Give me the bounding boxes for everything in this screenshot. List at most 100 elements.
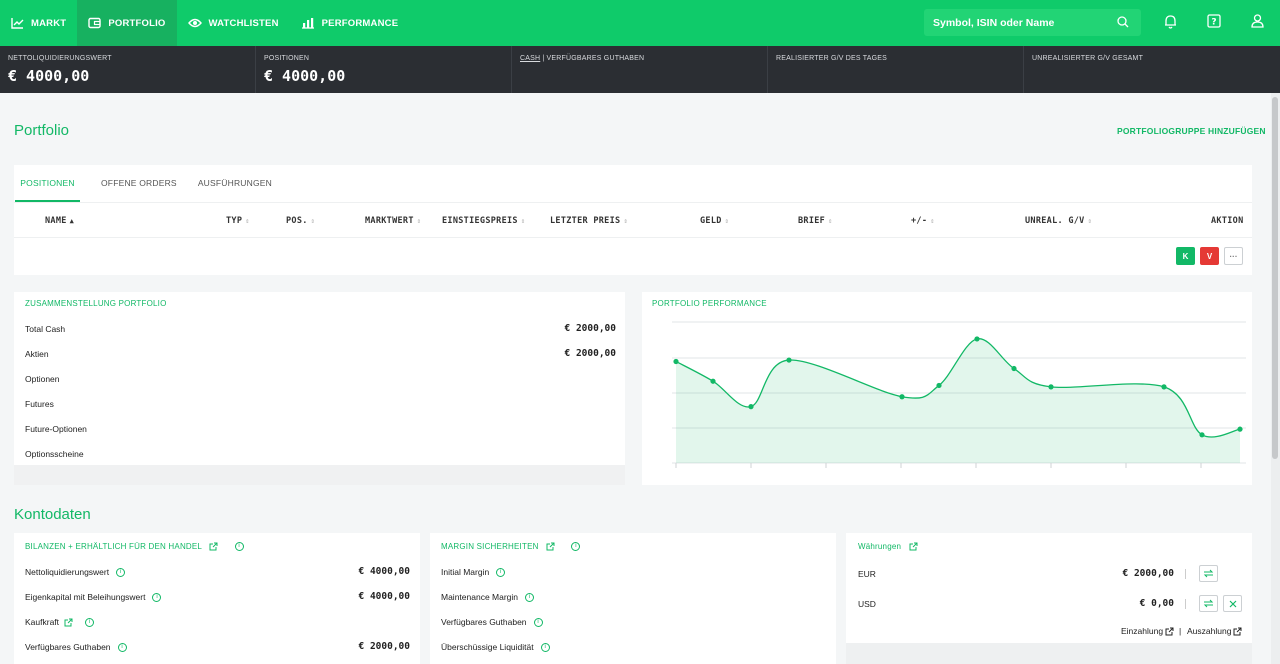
info-icon[interactable]: i xyxy=(496,568,506,578)
column-einstiegspreis[interactable]: EINSTIEGSPREIS ⇕ xyxy=(442,216,525,226)
external-link-icon[interactable] xyxy=(64,618,73,627)
add-portfolio-group-button[interactable]: PORTFOLIOGRUPPE HINZUFÜGEN xyxy=(1117,126,1266,136)
column-brief[interactable]: BRIEF ⇕ xyxy=(798,216,833,226)
info-icon[interactable]: i xyxy=(234,542,244,552)
bilanzen-row: Verfügbares Guthaben i xyxy=(25,642,127,653)
performance-point xyxy=(1011,365,1017,372)
performance-point xyxy=(974,336,980,342)
performance-point xyxy=(673,358,679,365)
withdraw-link[interactable]: Auszahlung xyxy=(1187,626,1242,636)
bilanzen-value: € 2000,00 xyxy=(358,641,410,652)
chart-line-icon xyxy=(11,18,24,29)
composition-label: Aktien xyxy=(25,349,49,359)
summary-unrealized-total: UNREALISIERTER G/V GESAMT xyxy=(1032,55,1144,62)
bilanzen-value: € 4000,00 xyxy=(358,566,410,577)
currencies-title: Währungen xyxy=(858,542,918,551)
margin-row: Maintenance Margin i xyxy=(441,592,535,603)
info-icon[interactable]: i xyxy=(525,593,535,603)
summary-cash: CASH | VERFÜGBARES GUTHABEN xyxy=(512,46,768,93)
composition-label: Optionsscheine xyxy=(25,449,84,459)
column-marktwert[interactable]: MARKTWERT ⇕ xyxy=(365,216,421,226)
column-plus-minus[interactable]: +/- ⇕ xyxy=(911,216,935,226)
remove-currency-button[interactable] xyxy=(1223,595,1242,612)
column-name[interactable]: NAME ▲ xyxy=(45,216,74,226)
performance-point xyxy=(1048,384,1054,390)
info-icon[interactable]: i xyxy=(85,618,95,628)
composition-label: Futures xyxy=(25,399,54,409)
sell-button[interactable]: V xyxy=(1200,247,1219,265)
more-actions-button[interactable]: ··· xyxy=(1224,247,1243,265)
composition-label: Total Cash xyxy=(25,324,66,334)
bar-chart-icon xyxy=(301,18,314,29)
column-letzter-preis[interactable]: LETZTER PREIS ⇕ xyxy=(550,216,628,226)
search-placeholder: Symbol, ISIN oder Name xyxy=(933,16,1055,29)
composition-title: ZUSAMMENSTELLUNG PORTFOLIO xyxy=(25,299,167,308)
margin-row: Verfügbares Guthaben i xyxy=(441,617,543,628)
composition-value: € 2000,00 xyxy=(564,323,616,334)
user-icon[interactable] xyxy=(1251,14,1264,28)
bell-icon[interactable] xyxy=(1164,14,1177,29)
exchange-icon xyxy=(1203,599,1214,608)
exchange-icon xyxy=(1203,569,1214,578)
performance-point xyxy=(899,394,905,400)
column-typ[interactable]: TYP ⇕ xyxy=(226,216,250,226)
external-link-icon[interactable] xyxy=(209,542,218,551)
composition-value: € 2000,00 xyxy=(564,348,616,359)
info-icon[interactable]: i xyxy=(117,643,127,653)
nav-label: PERFORMANCE xyxy=(321,17,399,29)
nav-item-watchlisten[interactable]: WATCHLISTEN xyxy=(177,0,290,46)
exchange-button[interactable] xyxy=(1199,565,1218,582)
kontodaten-title: Kontodaten xyxy=(14,506,91,523)
composition-footer xyxy=(14,465,625,485)
buy-button[interactable]: K xyxy=(1176,247,1195,265)
exchange-button[interactable] xyxy=(1199,595,1218,612)
portfolio-tabs: POSITIONEN OFFENE ORDERS AUSFÜHRUNGEN xyxy=(15,168,293,202)
nav-item-performance[interactable]: PERFORMANCE xyxy=(290,0,410,46)
search-icon[interactable] xyxy=(1117,16,1129,28)
divider xyxy=(1185,599,1186,609)
svg-text:?: ? xyxy=(1211,18,1216,28)
page-title: Portfolio xyxy=(14,122,70,139)
currency-value: € 0,00 xyxy=(1139,598,1174,609)
external-link-icon[interactable] xyxy=(546,542,555,551)
help-icon[interactable]: ? xyxy=(1207,14,1221,28)
info-icon[interactable]: i xyxy=(152,593,162,603)
eye-icon xyxy=(187,18,202,28)
column-pos[interactable]: POS. ⇕ xyxy=(286,216,315,226)
external-link-icon[interactable] xyxy=(909,542,918,551)
column-aktion: AKTION xyxy=(1211,216,1244,226)
tab-positionen[interactable]: POSITIONEN xyxy=(15,168,80,202)
bilanzen-value: € 4000,00 xyxy=(358,591,410,602)
info-icon[interactable]: i xyxy=(116,568,126,578)
info-icon[interactable]: i xyxy=(540,643,550,653)
composition-card xyxy=(14,292,625,485)
performance-point xyxy=(1237,426,1243,432)
nav-label: WATCHLISTEN xyxy=(208,17,279,29)
bilanzen-row: Nettoliquidierungswert i xyxy=(25,567,126,578)
top-navigation: MARKT PORTFOLIO WATCHLISTEN PERFORMANCE … xyxy=(0,0,1280,46)
positions-table-header: NAME ▲ TYP ⇕ POS. ⇕ MARKTWERT ⇕ EINSTIEGSPRE… xyxy=(14,202,1252,238)
performance-point xyxy=(1161,384,1167,390)
column-geld[interactable]: GELD ⇕ xyxy=(700,216,729,226)
external-link-icon xyxy=(1165,627,1174,636)
bilanzen-row: Kaufkraft i xyxy=(25,617,95,628)
currency-value: € 2000,00 xyxy=(1122,568,1174,579)
bilanzen-title: BILANZEN + ERHÄLTLICH FÜR DEN HANDEL i xyxy=(25,542,244,552)
scrollbar-thumb[interactable] xyxy=(1272,97,1278,459)
deposit-link[interactable]: Einzahlung xyxy=(1121,626,1174,636)
performance-point xyxy=(936,382,942,389)
info-icon[interactable]: i xyxy=(571,542,581,552)
performance-chart xyxy=(672,321,1246,468)
nav-item-portfolio[interactable]: PORTFOLIO xyxy=(77,0,177,46)
info-icon[interactable]: i xyxy=(533,618,543,628)
currencies-footer xyxy=(846,643,1252,664)
search-input[interactable]: Symbol, ISIN oder Name xyxy=(924,9,1141,36)
nav-item-markt[interactable]: MARKT xyxy=(0,0,77,46)
account-summary-bar: NETTOLIQUIDIERUNGSWERT € 4000,00 POSITIO… xyxy=(0,46,1280,93)
nav-label: PORTFOLIO xyxy=(108,17,166,29)
cash-link[interactable]: CASH xyxy=(520,55,540,62)
tab-ausfuehrungen[interactable]: AUSFÜHRUNGEN xyxy=(198,168,272,202)
tab-offene-orders[interactable]: OFFENE ORDERS xyxy=(101,168,177,202)
column-unreal-gv[interactable]: UNREAL. G/V ⇕ xyxy=(1025,216,1092,226)
margin-row: Überschüssige Liquidität i xyxy=(441,642,550,653)
